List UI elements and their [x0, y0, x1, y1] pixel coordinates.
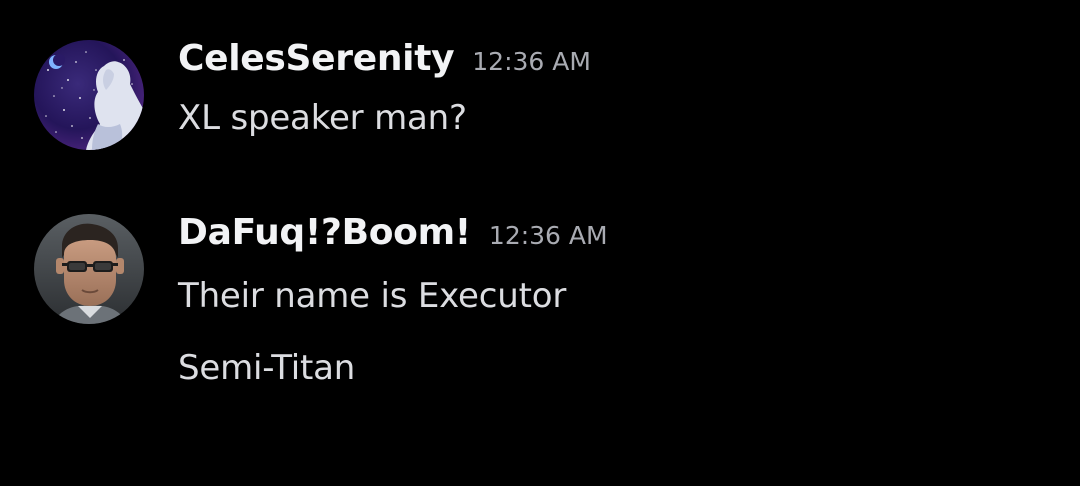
message-header: CelesSerenity 12:36 AM: [178, 38, 591, 82]
user-avatar-icon[interactable]: [34, 214, 144, 324]
timestamp: 12:36 AM: [472, 47, 591, 76]
chat-message-list: CelesSerenity 12:36 AM XL speaker man? D…: [0, 0, 1080, 486]
user-avatar-icon[interactable]: [34, 40, 144, 150]
message-header: DaFuq!?Boom! 12:36 AM: [178, 212, 608, 256]
username[interactable]: CelesSerenity: [178, 38, 455, 79]
message-text: Semi-Titan: [178, 348, 356, 388]
timestamp: 12:36 AM: [488, 221, 608, 250]
message-text: XL speaker man?: [178, 98, 467, 138]
username[interactable]: DaFuq!?Boom!: [178, 212, 471, 253]
message-text: Their name is Executor: [178, 276, 567, 316]
